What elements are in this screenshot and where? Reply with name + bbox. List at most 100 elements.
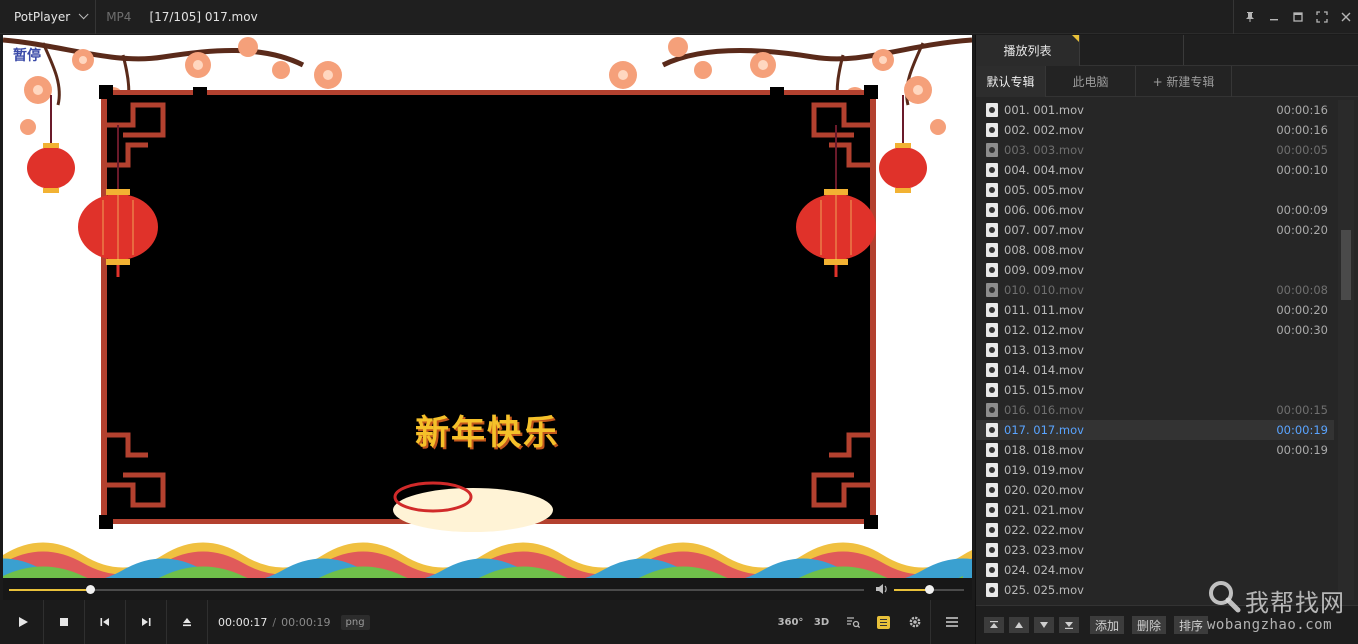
playlist-panel: 播放列表 默认专辑 此电脑 + 新建专辑 001. 001.mov 00:00:1… [975,35,1358,644]
playlist-item[interactable]: 003. 003.mov 00:00:05 [976,140,1334,160]
playlist-item-name: 024. 024.mov [1004,563,1084,577]
chevron-down-icon [78,9,89,20]
seekbar-area [3,578,972,600]
playlist-item-name: 004. 004.mov [1004,163,1084,177]
playlist-item[interactable]: 022. 022.mov [976,520,1334,540]
minimize-button[interactable] [1262,0,1286,34]
playlist-icon [877,615,890,629]
pin-button[interactable] [1238,0,1262,34]
video-area[interactable]: 暂停 新年快乐 [3,35,972,578]
playlist-item[interactable]: 005. 005.mov [976,180,1334,200]
chapter-button[interactable] [837,600,868,644]
seek-progress [9,589,90,591]
add-button[interactable]: 添加 [1090,616,1125,634]
playlist-item[interactable]: 017. 017.mov 00:00:19 [976,420,1334,440]
playlist-item-name: 020. 020.mov [1004,483,1084,497]
playlist-item-name: 017. 017.mov [1004,423,1084,437]
move-up-button[interactable] [1009,617,1029,633]
move-top-button[interactable] [984,617,1004,633]
time-display: 00:00:17 / 00:00:19 png [218,614,370,630]
playlist-item[interactable]: 013. 013.mov [976,340,1334,360]
close-icon [1341,12,1351,22]
tab-default-album[interactable]: 默认专辑 [976,66,1046,97]
play-button[interactable] [3,600,44,644]
playlist-item-name: 012. 012.mov [1004,323,1084,337]
playlist-item[interactable]: 006. 006.mov 00:00:09 [976,200,1334,220]
seek-handle[interactable] [85,585,95,594]
time-separator: / [272,615,277,629]
vr-360-label: 360° [777,616,804,628]
playlist-item[interactable]: 001. 001.mov 00:00:16 [976,100,1334,120]
video-file-icon [986,463,998,477]
playlist-item-name: 013. 013.mov [1004,343,1084,357]
video-file-icon [986,203,998,217]
fullscreen-button[interactable] [1310,0,1334,34]
playlist-toggle-button[interactable] [868,600,899,644]
move-bottom-button[interactable] [1059,617,1079,633]
vr-360-button[interactable]: 360° [775,600,806,644]
playlist-item[interactable]: 009. 009.mov [976,260,1334,280]
main-menu-button[interactable] [930,600,972,644]
video-file-icon [986,243,998,257]
playlist-item-duration: 00:00:19 [1276,443,1328,457]
video-file-icon [986,103,998,117]
delete-button-label: 删除 [1137,618,1162,633]
next-button[interactable] [126,600,167,644]
volume-handle[interactable] [925,585,934,594]
video-file-icon [986,303,998,317]
video-file-icon [986,523,998,537]
playlist-item[interactable]: 007. 007.mov 00:00:20 [976,220,1334,240]
stop-button[interactable] [44,600,85,644]
playlist-item-duration: 00:00:16 [1276,103,1328,117]
scrollbar-thumb[interactable] [1341,230,1351,300]
skip-previous-icon [100,618,109,626]
playlist-item[interactable]: 023. 023.mov [976,540,1334,560]
playlist-item[interactable]: 020. 020.mov [976,480,1334,500]
playlist-item[interactable]: 016. 016.mov 00:00:15 [976,400,1334,420]
close-button[interactable] [1334,0,1358,34]
video-file-icon [986,563,998,577]
settings-button[interactable] [899,600,930,644]
video-file-icon [986,363,998,377]
playlist-item[interactable]: 002. 002.mov 00:00:16 [976,120,1334,140]
fullscreen-icon [1316,11,1328,23]
tab-playlist-label: 播放列表 [1003,44,1052,58]
playlist-item[interactable]: 010. 010.mov 00:00:08 [976,280,1334,300]
volume-icon[interactable] [875,583,889,595]
open-file-button[interactable] [167,600,208,644]
magnifier-icon [1209,581,1241,613]
playlist-scrollbar[interactable] [1338,100,1354,600]
maximize-button[interactable] [1286,0,1310,34]
tab-playlist[interactable]: 播放列表 [976,35,1080,66]
playlist-item[interactable]: 011. 011.mov 00:00:20 [976,300,1334,320]
playlist-item[interactable]: 012. 012.mov 00:00:30 [976,320,1334,340]
seek-bar[interactable] [9,585,864,594]
video-file-icon [986,343,998,357]
delete-button[interactable]: 删除 [1132,616,1167,634]
playlist-item[interactable]: 015. 015.mov [976,380,1334,400]
maximize-icon [1293,12,1303,22]
playlist-item-name: 016. 016.mov [1004,403,1084,417]
playlist-item-duration: 00:00:08 [1276,283,1328,297]
app-menu-button[interactable]: PotPlayer [0,0,97,34]
playlist-item[interactable]: 018. 018.mov 00:00:19 [976,440,1334,460]
volume-slider[interactable] [894,585,964,594]
window-controls [1233,0,1358,34]
playlist-item[interactable]: 014. 014.mov [976,360,1334,380]
playlist-list: 001. 001.mov 00:00:16 002. 002.mov 00:00:16… [976,100,1334,600]
minimize-icon [1270,19,1278,21]
tab-this-pc[interactable]: 此电脑 [1046,66,1136,97]
playlist-item[interactable]: 004. 004.mov 00:00:10 [976,160,1334,180]
3d-button[interactable]: 3D [806,600,837,644]
playlist-item-duration: 00:00:20 [1276,303,1328,317]
format-badge[interactable]: png [340,614,370,630]
move-down-button[interactable] [1034,617,1054,633]
tab-new-album[interactable]: + 新建专辑 [1136,66,1232,97]
playlist-item[interactable]: 021. 021.mov [976,500,1334,520]
playlist-item[interactable]: 019. 019.mov [976,460,1334,480]
volume-level [894,589,929,591]
previous-button[interactable] [85,600,126,644]
sort-button[interactable]: 排序 [1174,616,1209,634]
current-time: 00:00:17 [218,615,268,629]
playlist-item[interactable]: 008. 008.mov [976,240,1334,260]
